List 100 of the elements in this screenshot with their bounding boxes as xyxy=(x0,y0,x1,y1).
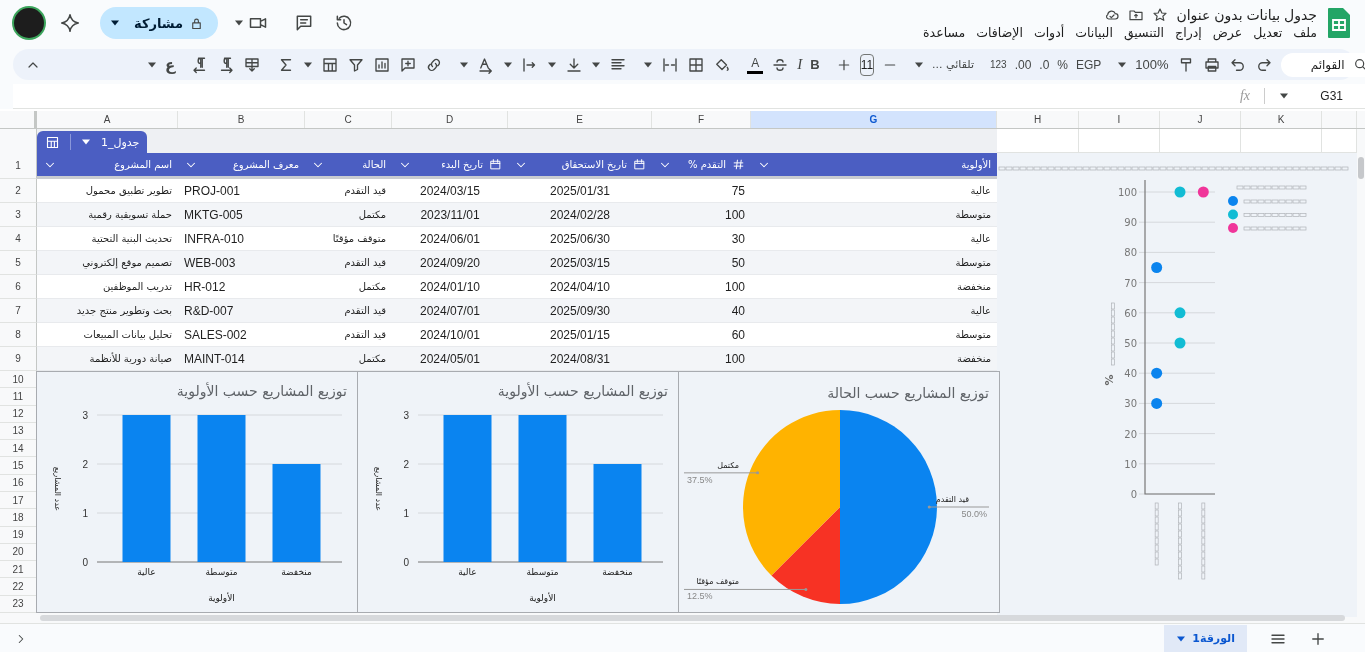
table-cell: تصميم موقع إلكتروني xyxy=(82,257,172,268)
scrollbar-thumb[interactable] xyxy=(1358,157,1364,179)
name-box[interactable]: G31 xyxy=(1303,89,1343,103)
menu-item[interactable]: أدوات xyxy=(1033,24,1065,40)
axis-title: % xyxy=(1103,374,1116,386)
input-tools-button[interactable]: ع xyxy=(165,55,176,74)
data-point xyxy=(1174,337,1186,349)
search-input[interactable]: القوائم xyxy=(1286,56,1347,73)
caret-icon[interactable] xyxy=(547,61,558,68)
column-header[interactable]: C xyxy=(305,111,392,128)
font-size-field[interactable]: 11 xyxy=(859,53,875,76)
caret-icon[interactable] xyxy=(643,61,654,68)
bold-button[interactable]: B xyxy=(810,57,820,72)
chart-title: توزيع المشاريع حسب الأولوية xyxy=(497,383,668,399)
axis-label: متوسطة xyxy=(526,567,559,577)
axis-label: 1 xyxy=(82,508,88,519)
sheet-tab[interactable]: الورقة1 xyxy=(1164,624,1247,652)
chart-icon[interactable] xyxy=(373,55,392,74)
table-cell: منخفضة xyxy=(957,353,991,364)
chart-title: توزيع المشاريع حسب الأولوية xyxy=(176,383,347,399)
table-cell: منخفضة xyxy=(957,281,991,292)
menu-item[interactable]: إدراج xyxy=(1175,24,1202,40)
menu-search-field[interactable]: القوائم xyxy=(1280,52,1365,77)
sparkle-icon[interactable] xyxy=(60,13,80,33)
axis-label: 30 xyxy=(1124,398,1137,410)
data-point xyxy=(1151,397,1163,409)
slice-label: قيد التقدم xyxy=(935,495,969,504)
column-header[interactable]: I xyxy=(1079,111,1160,128)
table-convert-icon[interactable] xyxy=(243,55,262,74)
column-header[interactable]: D xyxy=(392,111,508,128)
table-cell: WEB-003 xyxy=(184,255,236,270)
calendar-icon xyxy=(633,158,646,171)
table-cell: 100 xyxy=(724,351,745,366)
increase-decimal-button[interactable]: .00 xyxy=(1014,57,1032,72)
table-cell: 100 xyxy=(724,279,745,294)
caret-icon[interactable] xyxy=(591,61,602,68)
font-dropdown[interactable]: تلقائي ... xyxy=(932,58,974,71)
italic-button[interactable]: I xyxy=(797,56,803,73)
axis-label: 50 xyxy=(1124,338,1137,349)
borders-icon[interactable] xyxy=(687,55,706,74)
column-header[interactable]: G xyxy=(751,111,997,128)
text-color-button[interactable]: A xyxy=(747,55,764,74)
percent-button[interactable]: % xyxy=(1057,57,1068,72)
menu-item[interactable]: تعديل xyxy=(1253,24,1283,40)
garbled-label-drawing xyxy=(1154,502,1159,566)
column-header[interactable]: B xyxy=(178,111,305,128)
table-cell: 2024/01/10 xyxy=(419,279,481,294)
column-header[interactable]: E xyxy=(508,111,652,128)
axis-label: 40 xyxy=(1124,368,1137,380)
menu-item[interactable]: الإضافات xyxy=(976,24,1023,40)
caret-icon[interactable] xyxy=(503,61,514,68)
menu-item[interactable]: ملف xyxy=(1293,24,1317,40)
garbled-label-drawing xyxy=(1243,199,1307,204)
currency-button[interactable]: EGP xyxy=(1076,57,1102,72)
column-header[interactable]: K xyxy=(1241,111,1322,128)
column-header[interactable]: A xyxy=(37,111,178,128)
merge-cells-icon[interactable] xyxy=(661,55,680,74)
table-cell: 2023/11/01 xyxy=(420,207,480,222)
caret-icon[interactable] xyxy=(1279,93,1289,99)
table-cell: 2024/06/01 xyxy=(419,231,481,246)
scrollbar-thumb[interactable] xyxy=(40,615,1345,621)
share-button[interactable]: مشاركة xyxy=(100,7,219,39)
table-cell: 2024/07/01 xyxy=(419,303,481,318)
axis-label: 1 xyxy=(403,508,409,519)
calculator-icon[interactable] xyxy=(321,55,340,74)
caret-icon[interactable] xyxy=(1117,61,1128,68)
avatar[interactable] xyxy=(14,8,44,38)
add-comment-icon[interactable] xyxy=(399,55,418,74)
menu-item[interactable]: البيانات xyxy=(1075,24,1113,40)
data-point xyxy=(1174,186,1186,198)
document-title[interactable]: جدول بيانات بدون عنوان xyxy=(1176,6,1317,23)
caret-icon[interactable] xyxy=(147,61,157,68)
caret-icon[interactable] xyxy=(234,20,245,26)
sheets-logo-icon[interactable] xyxy=(1327,7,1351,39)
table-cell: متوسطة xyxy=(955,329,991,340)
column-title: تاريخ الاستحقاق xyxy=(561,159,627,170)
slice-value: 50.0% xyxy=(961,509,987,519)
table-cell: 30 xyxy=(731,231,745,246)
menu-item[interactable]: عرض xyxy=(1212,24,1243,40)
menu-item[interactable]: التنسيق xyxy=(1123,24,1165,40)
axis-label: 2 xyxy=(403,459,409,470)
row-number: 2 xyxy=(0,179,37,203)
table-tab[interactable]: جدول_1 xyxy=(37,131,148,153)
zoom-dropdown[interactable]: 100% xyxy=(1135,57,1169,72)
decrease-decimal-button[interactable]: .0 xyxy=(1039,57,1050,72)
menu-item[interactable]: مساعدة xyxy=(923,24,966,40)
vertical-align-icon[interactable] xyxy=(565,55,584,74)
star-icon[interactable] xyxy=(1152,6,1169,23)
column-header[interactable]: J xyxy=(1160,111,1241,128)
caret-icon[interactable] xyxy=(303,61,314,68)
number-format-button[interactable]: 123 xyxy=(989,59,1007,70)
axis-label: 20 xyxy=(1124,428,1137,440)
print-icon[interactable] xyxy=(1202,55,1221,74)
table-cell: 2025/06/30 xyxy=(549,231,611,246)
caret-icon[interactable] xyxy=(914,61,925,68)
table-cell: 2024/08/31 xyxy=(549,351,611,366)
data-point xyxy=(1197,186,1209,198)
caret-icon[interactable] xyxy=(459,61,470,68)
chart-panel[interactable]: 0 10 20 30 40 50 60 70 80 90 100 % xyxy=(997,153,1357,617)
column-header[interactable]: F xyxy=(652,111,751,128)
